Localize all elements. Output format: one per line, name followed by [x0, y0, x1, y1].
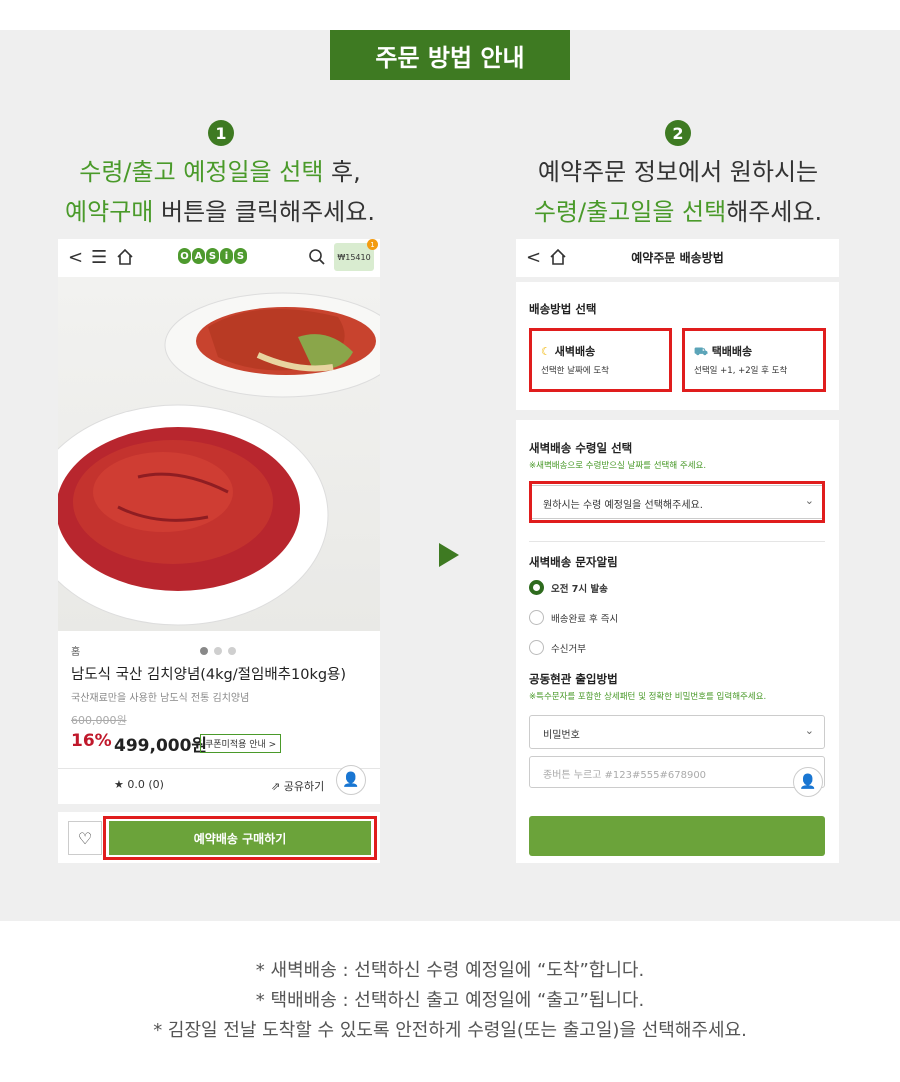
search-icon[interactable] [308, 248, 326, 271]
step-1-number: 1 [208, 120, 234, 146]
step-1-text: 후, [323, 158, 361, 186]
section-title: 새벽배송 문자알림 [529, 555, 618, 569]
guide-title: 주문 방법 안내 [330, 30, 570, 80]
sale-price: 499,000원 [114, 736, 208, 756]
input-placeholder: 종버튼 누르고 #123#555#678900 [543, 770, 707, 781]
radio-label: 오전 7시 발송 [551, 584, 608, 595]
share-button[interactable]: ⇗ 공유하기 [271, 778, 324, 794]
step-1-line-2: 예약구매 버튼을 클릭해주세요. [40, 194, 400, 230]
step-2-number: 2 [665, 120, 691, 146]
pager-dot[interactable] [200, 647, 208, 655]
user-icon: 👤 [342, 772, 360, 788]
radio-label: 수신거부 [551, 644, 586, 655]
logo-letter: A [192, 248, 205, 264]
sms-radio-reject[interactable] [529, 640, 544, 655]
step-1-text-2: 버튼을 클릭해주세요. [153, 198, 375, 226]
highlight-box [529, 481, 825, 523]
product-page-screenshot: < ☰ O A S i S ₩15410 1 홈 남도식 국산 김치양념(4kg… [58, 239, 380, 863]
product-name: 남도식 국산 김치양념(4kg/절임배추10kg용) [71, 667, 347, 683]
oasis-logo[interactable]: O A S i S [178, 248, 247, 264]
discount-rate: 16% [71, 731, 112, 751]
highlight-box [682, 328, 826, 392]
radio-label: 배송완료 후 즉시 [551, 614, 619, 625]
section-title: 배송방법 선택 [529, 302, 597, 316]
step-2-line-2: 수령/출고일을 선택해주세요. [490, 194, 866, 230]
section-title: 공동현관 출입방법 [529, 672, 618, 686]
step-1-line-1: 수령/출고 예정일을 선택 후, [40, 154, 400, 190]
footnote-kimjang: * 김장일 전날 도착할 수 있도록 안전하게 수령일(또는 출고일)을 선택해… [153, 1020, 747, 1041]
user-icon: 👤 [799, 774, 817, 790]
heart-icon: ♡ [77, 828, 93, 848]
footnote-parcel: * 택배배송 : 선택하신 출고 예정일에 “출고”됩니다. [255, 990, 645, 1011]
logo-letter: S [234, 248, 247, 264]
page-title: 예약주문 배송방법 [631, 251, 724, 265]
cart-count-badge: 1 [367, 239, 378, 250]
sms-radio-after-delivery[interactable] [529, 610, 544, 625]
step-2-text: 해주세요. [726, 198, 823, 226]
sms-radio-7am[interactable] [529, 580, 544, 595]
next-step-arrow-icon [439, 543, 459, 567]
step-1-highlight: 수령/출고 예정일을 선택 [79, 158, 324, 186]
divider [58, 804, 380, 812]
reservation-page-screenshot: < 예약주문 배송방법 배송방법 선택 ☾ 새벽배송 선택한 날짜에 도착 ⛟ … [516, 239, 839, 863]
logo-letter: O [178, 248, 191, 264]
footnote-dawn: * 새벽배송 : 선택하신 수령 예정일에 “도착”합니다. [255, 960, 645, 981]
app-header: < ☰ O A S i S ₩15410 1 [58, 239, 380, 277]
chevron-down-icon: ⌄ [804, 724, 814, 737]
logo-letter: i [220, 248, 233, 264]
confirm-button[interactable] [529, 816, 825, 856]
back-icon[interactable]: < [68, 248, 83, 268]
step-2-line-1: 예약주문 정보에서 원하시는 [537, 158, 819, 186]
app-header: < 예약주문 배송방법 [516, 239, 839, 277]
section-note: ※특수문자를 포함한 상세패턴 및 정확한 비밀번호를 입력해주세요. [529, 692, 767, 702]
coupon-info-button[interactable]: 쿠폰미적용 안내 > [200, 734, 282, 753]
original-price: 600,000원 [71, 714, 127, 727]
user-avatar-button[interactable]: 👤 [336, 765, 366, 795]
pager-dot[interactable] [228, 647, 236, 655]
step-2-highlight: 수령/출고일을 선택 [533, 198, 727, 226]
menu-icon[interactable]: ☰ [91, 248, 107, 268]
highlight-box [103, 816, 377, 860]
section-title: 새벽배송 수령일 선택 [529, 441, 633, 455]
product-image[interactable] [58, 277, 380, 655]
wishlist-button[interactable]: ♡ [68, 821, 102, 855]
pager-dot[interactable] [214, 647, 222, 655]
user-avatar-button[interactable]: 👤 [793, 767, 823, 797]
divider [529, 541, 825, 542]
entrance-password-input[interactable]: 종버튼 누르고 #123#555#678900 [529, 756, 825, 788]
section-note: ※새벽배송으로 수령받으실 날짜를 선택해 주세요. [529, 461, 707, 471]
logo-letter: S [206, 248, 219, 264]
rating[interactable]: ★ 0.0 (0) [114, 778, 164, 791]
divider [58, 768, 380, 769]
product-category[interactable]: 홈 [71, 643, 80, 658]
home-icon[interactable] [116, 248, 134, 271]
select-value: 비밀번호 [543, 730, 580, 741]
highlight-box [529, 328, 672, 392]
entrance-method-select[interactable]: 비밀번호 ⌄ [529, 715, 825, 749]
product-description: 국산재료만을 사용한 남도식 전통 김치양념 [71, 693, 250, 704]
step-1-highlight-2: 예약구매 [65, 198, 154, 226]
image-pager [200, 647, 236, 655]
